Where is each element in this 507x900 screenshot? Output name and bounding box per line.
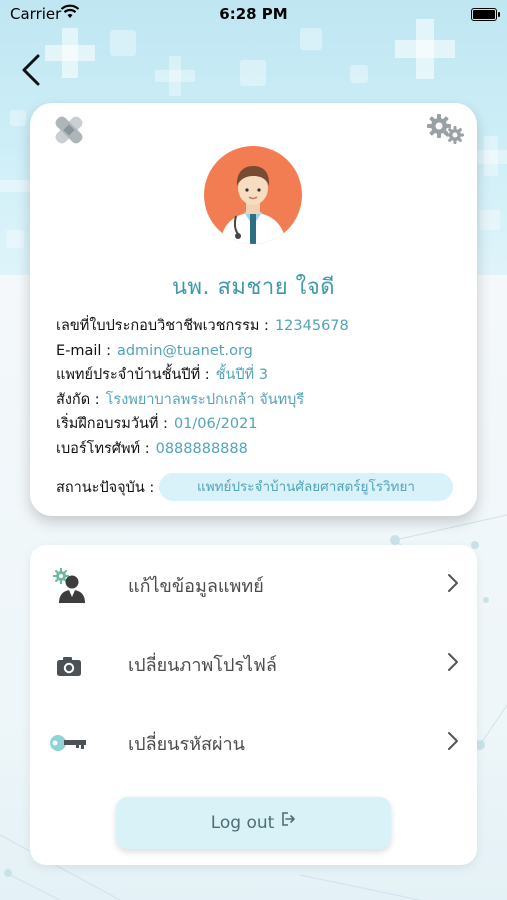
bandage-icon <box>52 113 86 151</box>
bg-plus-shape <box>484 136 498 176</box>
logout-label: Log out <box>210 813 275 833</box>
menu-item-change-photo[interactable]: เปลี่ยนภาพโปรไฟล์ <box>30 632 477 692</box>
clock: 6:28 PM <box>219 5 288 23</box>
status-bar: Carrier 6:28 PM <box>0 0 507 30</box>
profile-info: เลขที่ใบประกอบวิชาชีพเวชกรรม : 12345678 E… <box>56 314 349 461</box>
doctor-avatar-icon <box>220 166 286 244</box>
affiliation-row: สังกัด : โรงพยาบาลพระปกเกล้า จันทบุรี <box>56 388 349 413</box>
field-value: 0888888888 <box>155 440 248 457</box>
menu-item-label: เปลี่ยนรหัสผ่าน <box>128 734 245 755</box>
residency-year-row: แพทย์ประจำบ้านชั้นปีที่ : ชั้นปีที่ 3 <box>56 363 349 388</box>
back-button[interactable] <box>18 52 46 88</box>
camera-icon <box>52 646 88 682</box>
settings-menu: แก้ไขข้อมูลแพทย์ เปลี่ยนภาพโปรไฟล์ เปลี่… <box>30 545 477 865</box>
chevron-right-icon <box>447 573 459 597</box>
status-label: สถานะปัจจุบัน : <box>56 480 155 496</box>
bg-square <box>350 65 368 83</box>
field-value: 12345678 <box>274 318 349 334</box>
bg-plus-shape <box>0 180 30 192</box>
menu-item-change-password[interactable]: เปลี่ยนรหัสผ่าน <box>30 711 477 771</box>
field-label: เลขที่ใบประกอบวิชาชีพเวชกรรม : <box>56 318 269 334</box>
field-label: เบอร์โทรศัพท์ : <box>56 440 150 457</box>
bg-square <box>480 210 500 230</box>
chevron-right-icon <box>447 652 459 676</box>
phone-row: เบอร์โทรศัพท์ : 0888888888 <box>56 437 349 462</box>
bg-square <box>110 30 136 56</box>
bg-plus-shape <box>62 28 78 78</box>
field-value: โรงพยาบาลพระปกเกล้า จันทบุรี <box>105 391 305 408</box>
field-value: ชั้นปีที่ 3 <box>215 367 269 383</box>
field-label: E-mail : <box>56 342 111 359</box>
bg-plus-shape <box>169 56 181 96</box>
battery-icon <box>471 8 500 21</box>
doctor-name: นพ. สมชาย ใจดี <box>171 275 336 300</box>
menu-item-label: เปลี่ยนภาพโปรไฟล์ <box>128 655 277 676</box>
field-value: admin@tuanet.org <box>116 342 253 359</box>
email-row: E-mail : admin@tuanet.org <box>56 339 349 364</box>
profile-card: นพ. สมชาย ใจดี เลขที่ใบประกอบวิชาชีพเวชก… <box>30 103 477 516</box>
field-label: เริ่มฝึกอบรมวันที่ : <box>56 416 168 432</box>
field-label: สังกัด : <box>56 391 100 408</box>
field-label: แพทย์ประจำบ้านชั้นปีที่ : <box>56 367 210 383</box>
menu-item-edit-doctor[interactable]: แก้ไขข้อมูลแพทย์ <box>30 553 477 613</box>
menu-item-label: แก้ไขข้อมูลแพทย์ <box>128 576 264 597</box>
key-icon <box>50 725 88 761</box>
chevron-left-icon <box>22 54 40 86</box>
chevron-right-icon <box>447 731 459 755</box>
field-value: 01/06/2021 <box>173 416 258 432</box>
license-row: เลขที่ใบประกอบวิชาชีพเวชกรรม : 12345678 <box>56 314 349 339</box>
logout-icon <box>280 796 296 848</box>
bg-square <box>300 28 322 50</box>
logout-button[interactable]: Log out <box>116 797 391 849</box>
bg-square <box>6 230 24 248</box>
avatar <box>204 146 302 244</box>
bg-square <box>240 60 266 86</box>
settings-gears-icon[interactable] <box>425 113 465 149</box>
bg-square <box>10 110 26 126</box>
training-start-row: เริ่มฝึกอบรมวันที่ : 01/06/2021 <box>56 412 349 437</box>
doctor-gear-icon <box>52 567 88 603</box>
status-badge: แพทย์ประจำบ้านศัลยศาสตร์ยูโรวิทยา <box>159 473 453 501</box>
